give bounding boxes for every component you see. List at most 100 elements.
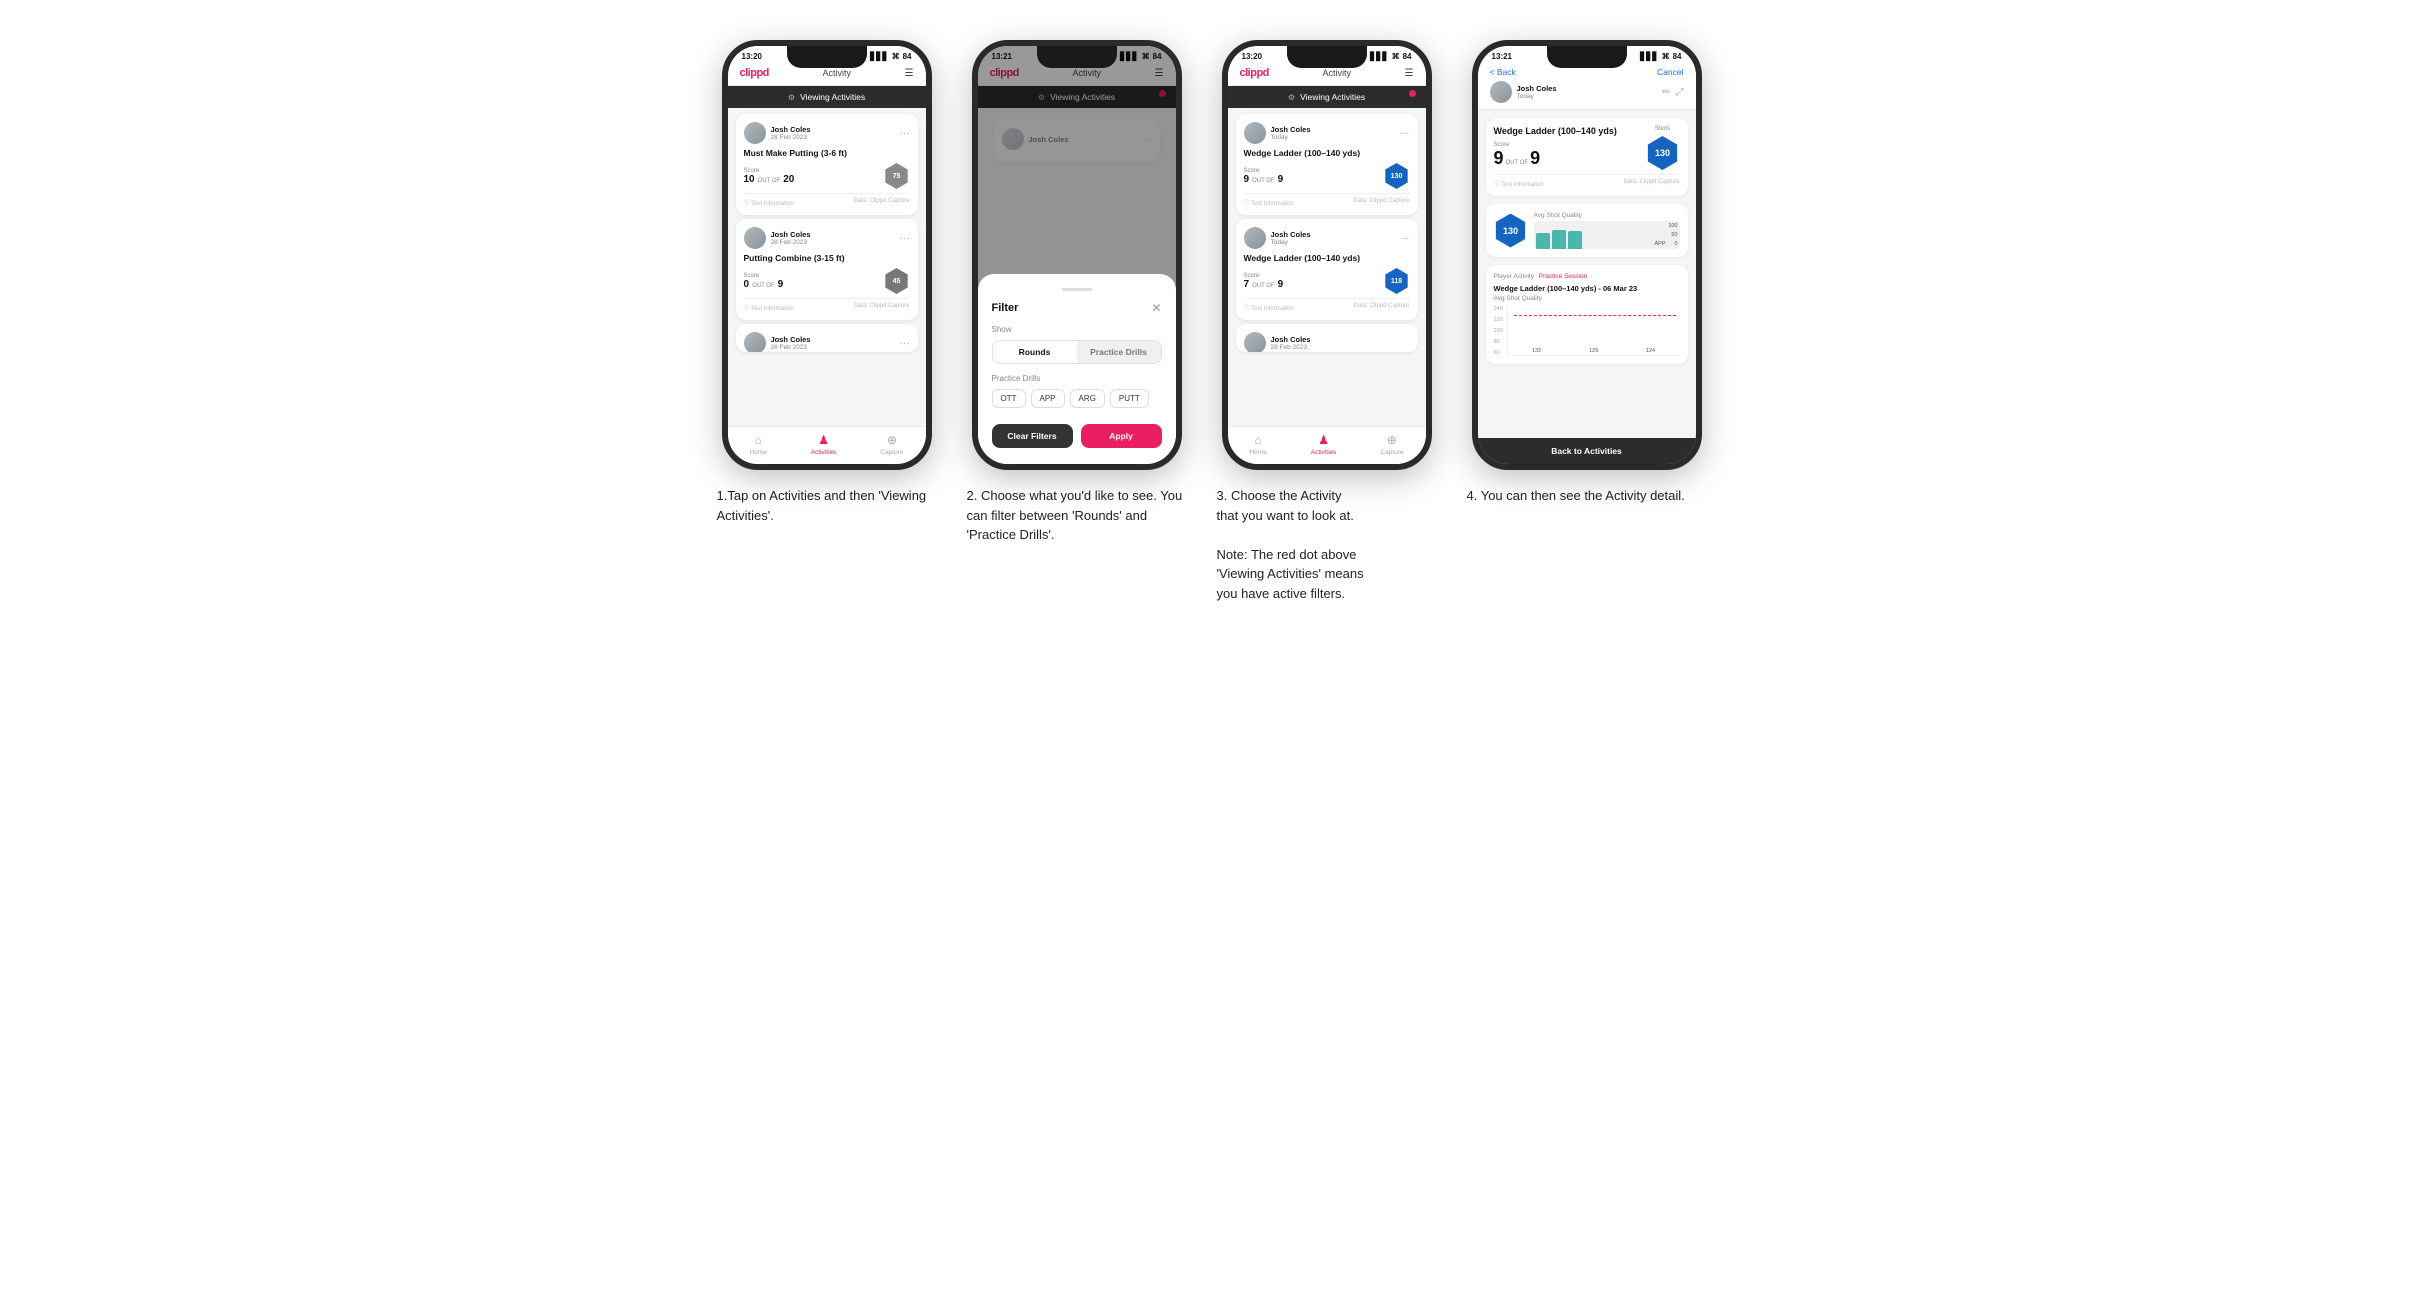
modal-title-2: Filter [992,302,1019,314]
footer-right-1: Data: Clippd Capture [853,198,909,207]
stat-block-3: Score 9 OUT OF 9 [1244,168,1284,185]
shots-value-4: 9 [1278,279,1284,290]
back-to-activities-4[interactable]: Back to Activities [1478,438,1696,464]
bar-col-3: 124 [1624,348,1678,355]
nav-home-1[interactable]: ⌂ Home [749,433,766,456]
drill-bars-container-4: 132 129 124 [1507,306,1680,356]
partial-card-header-1: Josh Coles 28 Feb 2023 ··· [744,332,910,352]
y-120: 120 [1494,317,1503,323]
modal-header-2: Filter ✕ [992,301,1162,315]
detail-card-title-section-4: Wedge Ladder (100–140 yds) Score 9 OUT O… [1494,126,1617,169]
settings-icon-1: ⚙ [788,93,795,102]
quality-badge-3: 130 [1384,163,1410,189]
drill-tag-ott-2[interactable]: OTT [992,389,1026,408]
practice-session-label-4: Player Activity Practice Session [1494,273,1680,280]
user-date-3: Today [1271,134,1311,141]
quality-badge-2: 45 [884,268,910,294]
apply-btn-2[interactable]: Apply [1081,424,1162,448]
score-value-4: 7 [1244,279,1250,290]
score-inline-2: 0 OUT OF 9 [744,279,784,290]
nav-home-label-3: Home [1249,449,1266,456]
drill-tag-app-2[interactable]: APP [1031,389,1065,408]
three-dots-1[interactable]: ··· [900,128,910,139]
activity-card-2[interactable]: Josh Coles 28 Feb 2023 ··· Putting Combi… [736,219,918,320]
status-icons-4: ▋▋▋ ⌘ 84 [1640,52,1681,61]
drill-tag-arg-2[interactable]: ARG [1070,389,1105,408]
practice-session-link-4[interactable]: Practice Session [1539,273,1587,280]
nav-home-label-1: Home [749,449,766,456]
activity-title-4: Wedge Ladder (100–140 yds) [1244,253,1410,263]
detail-main-card-4: Wedge Ladder (100–140 yds) Score 9 OUT O… [1486,118,1688,196]
signal-icon-3: ▋▋▋ [1370,52,1388,61]
banner-text-3: Viewing Activities [1300,92,1365,102]
nav-capture-1[interactable]: ⊕ Capture [880,433,903,456]
partial-three-dots-1[interactable]: ··· [900,338,910,349]
phone-notch-2 [1037,46,1117,68]
detail-user-name-4: Josh Coles [1517,84,1557,93]
settings-icon-3: ⚙ [1288,93,1295,102]
show-label-2: Show [992,325,1162,334]
activity-card-4[interactable]: Josh Coles Today ··· Wedge Ladder (100–1… [1236,219,1418,320]
phone-screen-4: 13:21 ▋▋▋ ⌘ 84 < Back Cancel Josh [1478,46,1696,464]
phone-column-2: 13:21 ▋▋▋ ⌘ 84 clippd Activity ☰ ⚙ Viewi… [967,40,1187,545]
viewing-banner-1[interactable]: ⚙ Viewing Activities [728,86,926,108]
wifi-icon-1: ⌘ [892,52,900,61]
footer-left-1: ⓘ Test Information [744,198,794,207]
close-btn-2[interactable]: ✕ [1151,301,1161,315]
bar-col-1: 132 [1510,348,1564,355]
toggle-drills-2[interactable]: Practice Drills [1077,341,1161,363]
detail-nav-4: < Back Cancel [1490,67,1684,77]
activity-card-1[interactable]: Josh Coles 28 Feb 2023 ··· Must Make Put… [736,114,918,215]
avg-drill-label-4: Avg Shot Quality [1494,295,1680,302]
detail-chart-section-4: Avg Shot Quality 100 50 0 APP [1534,212,1680,249]
time-4: 13:21 [1492,52,1512,61]
edit-icon-4[interactable]: ✏ [1662,87,1670,98]
nav-capture-label-1: Capture [880,449,903,456]
stats-row-1: Score 10 OUT OF 20 75 [744,163,910,189]
three-dots-2[interactable]: ··· [900,233,910,244]
user-info-2: Josh Coles 28 Feb 2023 [771,230,811,246]
nav-activities-3[interactable]: ♟ Activities [1311,433,1337,456]
user-info-4: Josh Coles Today [1271,230,1311,246]
three-dots-4[interactable]: ··· [1400,233,1410,244]
time-3: 13:20 [1242,52,1262,61]
card-footer-1: ⓘ Test Information Data: Clippd Capture [744,193,910,207]
viewing-banner-3[interactable]: ⚙ Viewing Activities [1228,86,1426,108]
battery-icon-3: 84 [1403,52,1412,61]
score-value-3: 9 [1244,174,1250,185]
stats-row-4: Score 7 OUT OF 9 118 [1244,268,1410,294]
three-dots-3[interactable]: ··· [1400,128,1410,139]
out-of-2: OUT OF [752,283,775,289]
drill-tag-putt-2[interactable]: PUTT [1110,389,1149,408]
activity-card-3[interactable]: Josh Coles Today ··· Wedge Ladder (100–1… [1236,114,1418,215]
modal-handle-2 [1062,288,1092,291]
nav-activities-1[interactable]: ♟ Activities [811,433,837,456]
nav-home-3[interactable]: ⌂ Home [1249,433,1266,456]
partial-user-date-1: 28 Feb 2023 [771,344,811,351]
out-of-4: OUT OF [1252,283,1275,289]
toggle-rounds-2[interactable]: Rounds [993,341,1077,363]
shots-value-3: 9 [1278,174,1284,185]
time-1: 13:20 [742,52,762,61]
card-footer-4: ⓘ Test Information Data: Clippd Capture [1244,298,1410,312]
footer-left-3: ⓘ Test Information [1244,198,1294,207]
footer-left-2: ⓘ Test Information [744,303,794,312]
bottom-nav-3: ⌂ Home ♟ Activities ⊕ Capture [1228,426,1426,464]
cancel-btn-4[interactable]: Cancel [1657,67,1683,77]
clear-filters-btn-2[interactable]: Clear Filters [992,424,1073,448]
y-60: 60 [1494,350,1503,356]
partial-avatar-1 [744,332,766,352]
detail-score-val-4: 9 [1494,148,1504,169]
detail-score-section-4: Score 9 OUT OF 9 [1494,142,1541,169]
nav-capture-label-3: Capture [1380,449,1403,456]
avatar-name-1: Josh Coles 28 Feb 2023 [744,122,811,144]
hamburger-icon-3[interactable]: ☰ [1405,68,1414,79]
nav-capture-3[interactable]: ⊕ Capture [1380,433,1403,456]
detail-header-4: < Back Cancel Josh Coles Today ✏ ⤢ [1478,63,1696,110]
expand-icon-4[interactable]: ⤢ [1676,87,1684,98]
partial-user-name-1: Josh Coles [771,335,811,344]
detail-avg-row-4: 130 Avg Shot Quality 100 50 0 [1494,212,1680,249]
hamburger-icon-1[interactable]: ☰ [905,68,914,79]
chart-y-50: 50 [1671,232,1677,238]
back-btn-4[interactable]: < Back [1490,67,1516,77]
